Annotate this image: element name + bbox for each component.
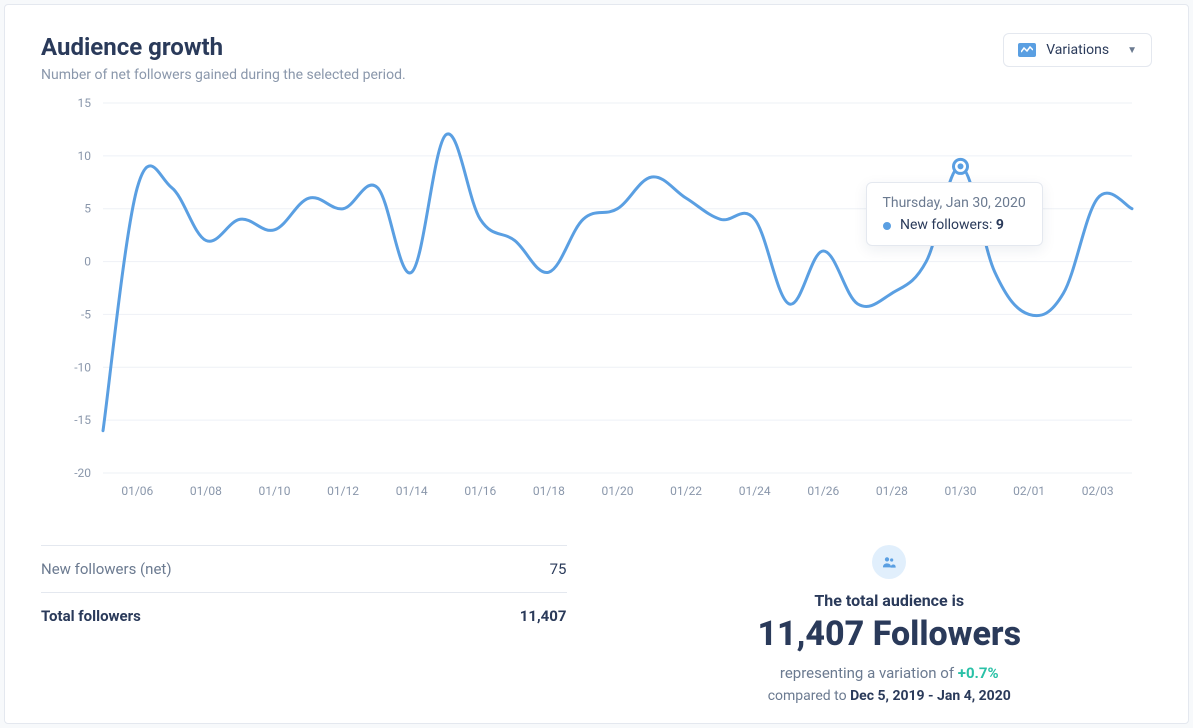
card-bottom: New followers (net) 75 Total followers 1… [5,513,1188,704]
chevron-down-icon: ▼ [1127,45,1137,56]
chart-area[interactable]: -20 -15 -10 -5 0 5 10 15 01/06 01/08 01/10 01/12 01/… [41,93,1152,513]
svg-text:01/14: 01/14 [396,484,428,498]
svg-text:01/28: 01/28 [876,484,908,498]
header-text-block: Audience growth Number of net followers … [41,33,406,83]
summary-compare-line: compared to Dec 5, 2019 - Jan 4, 2020 [627,688,1153,704]
summary-variation-line: representing a variation of +0.7% [627,664,1153,682]
table-row: New followers (net) 75 [41,545,567,592]
svg-text:01/26: 01/26 [807,484,839,498]
svg-text:-15: -15 [74,413,91,427]
card-header: Audience growth Number of net followers … [5,5,1188,83]
line-chart-icon [1018,43,1036,57]
svg-text:-20: -20 [74,466,91,480]
stat-value: 11,407 [520,607,567,625]
svg-text:5: 5 [84,202,91,216]
table-row: Total followers 11,407 [41,592,567,639]
svg-text:01/16: 01/16 [464,484,496,498]
summary-variation-pct: +0.7% [958,664,999,682]
svg-text:-5: -5 [81,307,91,321]
svg-text:01/22: 01/22 [670,484,702,498]
svg-text:01/08: 01/08 [190,484,222,498]
svg-text:-10: -10 [74,360,91,374]
svg-text:01/06: 01/06 [121,484,153,498]
summary-big-number: 11,407 Followers [627,614,1153,654]
people-icon [872,545,906,579]
summary-compare-prefix: compared to [768,688,850,704]
svg-text:01/24: 01/24 [739,484,771,498]
svg-text:15: 15 [78,96,92,110]
dropdown-label: Variations [1046,42,1109,58]
card-title: Audience growth [41,33,406,61]
svg-text:01/30: 01/30 [945,484,977,498]
svg-text:02/01: 02/01 [1013,484,1045,498]
svg-text:01/10: 01/10 [259,484,291,498]
svg-text:01/20: 01/20 [602,484,634,498]
stat-value: 75 [550,560,567,578]
audience-growth-card: Audience growth Number of net followers … [4,4,1189,724]
svg-text:01/18: 01/18 [533,484,565,498]
summary-block: The total audience is 11,407 Followers r… [627,545,1153,704]
stat-label: New followers (net) [41,560,172,578]
svg-text:10: 10 [78,149,92,163]
line-chart: -20 -15 -10 -5 0 5 10 15 01/06 01/08 01/10 01/12 01/… [41,93,1152,513]
svg-text:0: 0 [84,255,91,269]
stats-table: New followers (net) 75 Total followers 1… [41,545,567,704]
summary-compare-range: Dec 5, 2019 - Jan 4, 2020 [850,688,1011,704]
summary-variation-prefix: representing a variation of [780,664,958,682]
svg-text:02/03: 02/03 [1082,484,1114,498]
card-subtitle: Number of net followers gained during th… [41,67,406,83]
svg-text:01/12: 01/12 [327,484,359,498]
stat-label: Total followers [41,607,141,625]
chart-mode-dropdown[interactable]: Variations ▼ [1003,33,1152,67]
summary-line1: The total audience is [627,591,1153,610]
